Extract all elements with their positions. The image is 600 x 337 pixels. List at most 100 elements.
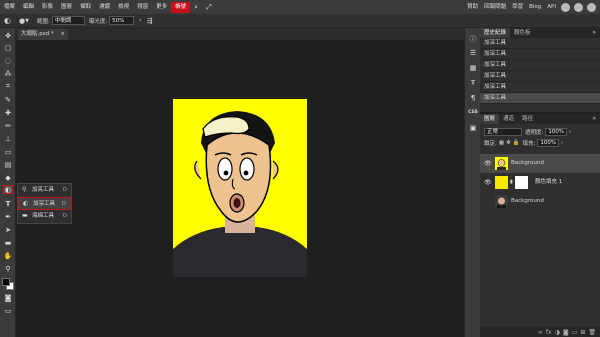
- history-item[interactable]: 加深工具: [480, 49, 600, 60]
- history-icon[interactable]: ☰: [468, 48, 478, 58]
- document-tab-bar: 大頭貼.psd * ×: [16, 28, 464, 40]
- link-layers-icon[interactable]: ∞: [538, 329, 543, 336]
- paragraph-icon[interactable]: ¶: [468, 93, 478, 103]
- canvas-area[interactable]: [16, 40, 464, 337]
- menu-learn[interactable]: 學習: [509, 0, 526, 14]
- healing-tool-icon[interactable]: ✚: [3, 108, 13, 117]
- trash-icon[interactable]: 🗑: [588, 329, 596, 336]
- eraser-tool-icon[interactable]: ▭: [3, 147, 13, 156]
- menu-more[interactable]: 更多: [152, 0, 171, 14]
- fullscreen-icon[interactable]: ⤢: [202, 0, 216, 14]
- lock-transparency-icon[interactable]: ▦: [499, 140, 504, 146]
- layer-mask-thumbnail: [515, 176, 528, 189]
- menu-file[interactable]: 檔案: [0, 0, 19, 14]
- image-canvas[interactable]: [173, 99, 307, 277]
- info-icon[interactable]: ⓘ: [468, 34, 478, 44]
- move-tool-icon[interactable]: ✥: [3, 31, 13, 40]
- close-icon[interactable]: ×: [60, 29, 65, 40]
- menu-layer[interactable]: 圖層: [57, 0, 76, 14]
- lock-position-icon[interactable]: ✥: [506, 140, 511, 146]
- tab-channels[interactable]: 通道: [499, 114, 518, 124]
- crop-tool-icon[interactable]: ⌗: [3, 82, 13, 91]
- collapse-icon[interactable]: »: [592, 28, 600, 38]
- eye-icon[interactable]: 👁: [484, 154, 492, 173]
- lasso-tool-icon[interactable]: ◌: [3, 56, 13, 65]
- mask-icon[interactable]: ◙: [563, 329, 569, 336]
- tab-history[interactable]: 歷史紀錄: [480, 28, 511, 38]
- menu-filter[interactable]: 濾鏡: [95, 0, 114, 14]
- menu-blog[interactable]: Blog: [526, 0, 544, 14]
- collapse-icon[interactable]: »: [592, 114, 600, 124]
- exposure-input[interactable]: 50%: [109, 16, 135, 25]
- menu-select[interactable]: 擷取: [76, 0, 95, 14]
- tab-swatches[interactable]: 顏色板: [510, 28, 535, 38]
- tab-paths[interactable]: 路徑: [518, 114, 537, 124]
- sponge-icon: ▬: [22, 212, 28, 219]
- search-icon[interactable]: ⌕: [190, 0, 202, 14]
- menu-view[interactable]: 檢視: [114, 0, 133, 14]
- document-tab[interactable]: 大頭貼.psd * ×: [18, 29, 68, 40]
- history-panel-tabs: 歷史紀錄 顏色板 »: [480, 28, 600, 38]
- flyout-item-dodge[interactable]: ⚲ 加亮工具 O: [18, 184, 71, 197]
- blend-mode-select[interactable]: 正常: [484, 127, 522, 136]
- flyout-item-label: 加深工具: [33, 201, 56, 207]
- history-item[interactable]: 加深工具: [480, 60, 600, 71]
- lock-all-icon[interactable]: 🔒: [513, 140, 520, 146]
- history-item[interactable]: 加深工具: [480, 93, 600, 104]
- quick-mask-icon[interactable]: ◙: [3, 293, 13, 302]
- clone-stamp-tool-icon[interactable]: ⊥: [3, 134, 13, 143]
- text-tool-icon[interactable]: T: [3, 199, 13, 208]
- screen-mode-icon[interactable]: ▭: [3, 306, 13, 315]
- tab-layers[interactable]: 圖層: [480, 114, 500, 124]
- history-item[interactable]: 加深工具: [480, 71, 600, 82]
- layer-style-icon[interactable]: fx: [546, 329, 552, 336]
- range-select[interactable]: 中間調: [51, 16, 85, 25]
- swatches-icon[interactable]: ▦: [468, 63, 478, 73]
- burn-tool-icon[interactable]: ◐: [3, 185, 13, 194]
- blend-opacity-row: 正常 透明度: 100% ›: [480, 126, 600, 137]
- eye-icon[interactable]: 👁: [484, 173, 492, 192]
- chevron-right-icon[interactable]: ›: [561, 140, 563, 146]
- opacity-input[interactable]: 100%: [545, 127, 568, 136]
- history-item[interactable]: 加深工具: [480, 82, 600, 93]
- brush-tool-icon[interactable]: ✏: [3, 121, 13, 130]
- history-item[interactable]: 加深工具: [480, 38, 600, 49]
- character-icon[interactable]: Ŧ: [468, 78, 478, 88]
- hand-tool-icon[interactable]: ✋: [3, 251, 13, 260]
- css-icon[interactable]: CSS: [468, 108, 478, 118]
- flyout-item-burn[interactable]: ◐ 加深工具 O: [18, 197, 71, 210]
- flyout-item-sponge[interactable]: ▬ 海綿工具 O: [18, 210, 71, 223]
- layer-row[interactable]: 👁 Background: [480, 154, 600, 173]
- menu-account[interactable]: 帳號: [171, 1, 191, 13]
- new-layer-icon[interactable]: ⊞: [580, 329, 585, 336]
- menu-image[interactable]: 影像: [38, 0, 57, 14]
- shape-tool-icon[interactable]: ▬: [3, 238, 13, 247]
- folder-icon[interactable]: ▭: [572, 329, 578, 336]
- fill-input[interactable]: 100%: [537, 138, 560, 147]
- pen-tool-icon[interactable]: ✒: [3, 212, 13, 221]
- chevron-right-icon[interactable]: ›: [139, 17, 141, 24]
- airbrush-icon[interactable]: ⇶: [147, 17, 153, 25]
- foreground-color-swatch[interactable]: [2, 278, 10, 286]
- menu-edit[interactable]: 編輯: [19, 0, 38, 14]
- zoom-tool-icon[interactable]: ⚲: [3, 264, 13, 273]
- gradient-tool-icon[interactable]: ▤: [3, 160, 13, 169]
- image-icon[interactable]: ▣: [468, 123, 478, 133]
- path-select-tool-icon[interactable]: ➤: [3, 225, 13, 234]
- menu-report-bug[interactable]: 回報問題: [481, 0, 509, 14]
- blur-tool-icon[interactable]: ◆: [3, 173, 13, 182]
- marquee-tool-icon[interactable]: ▢: [3, 43, 13, 52]
- eyedropper-tool-icon[interactable]: ✎: [3, 95, 13, 104]
- menu-sponsor[interactable]: 贊助: [464, 0, 481, 14]
- chevron-right-icon[interactable]: ›: [569, 129, 571, 135]
- menu-window[interactable]: 視窗: [133, 0, 152, 14]
- menu-api[interactable]: API: [544, 0, 559, 14]
- twitter-icon[interactable]: [574, 2, 583, 12]
- magic-wand-tool-icon[interactable]: ⁂: [3, 69, 13, 78]
- layer-row[interactable]: 👁 ▮ 顏色填充 1: [480, 173, 600, 192]
- adjustment-layer-icon[interactable]: ◑: [555, 329, 560, 336]
- facebook-icon[interactable]: [587, 2, 596, 12]
- reddit-icon[interactable]: [561, 2, 570, 12]
- layer-row[interactable]: Background: [480, 192, 600, 211]
- chevron-down-icon[interactable]: ▼: [25, 18, 29, 24]
